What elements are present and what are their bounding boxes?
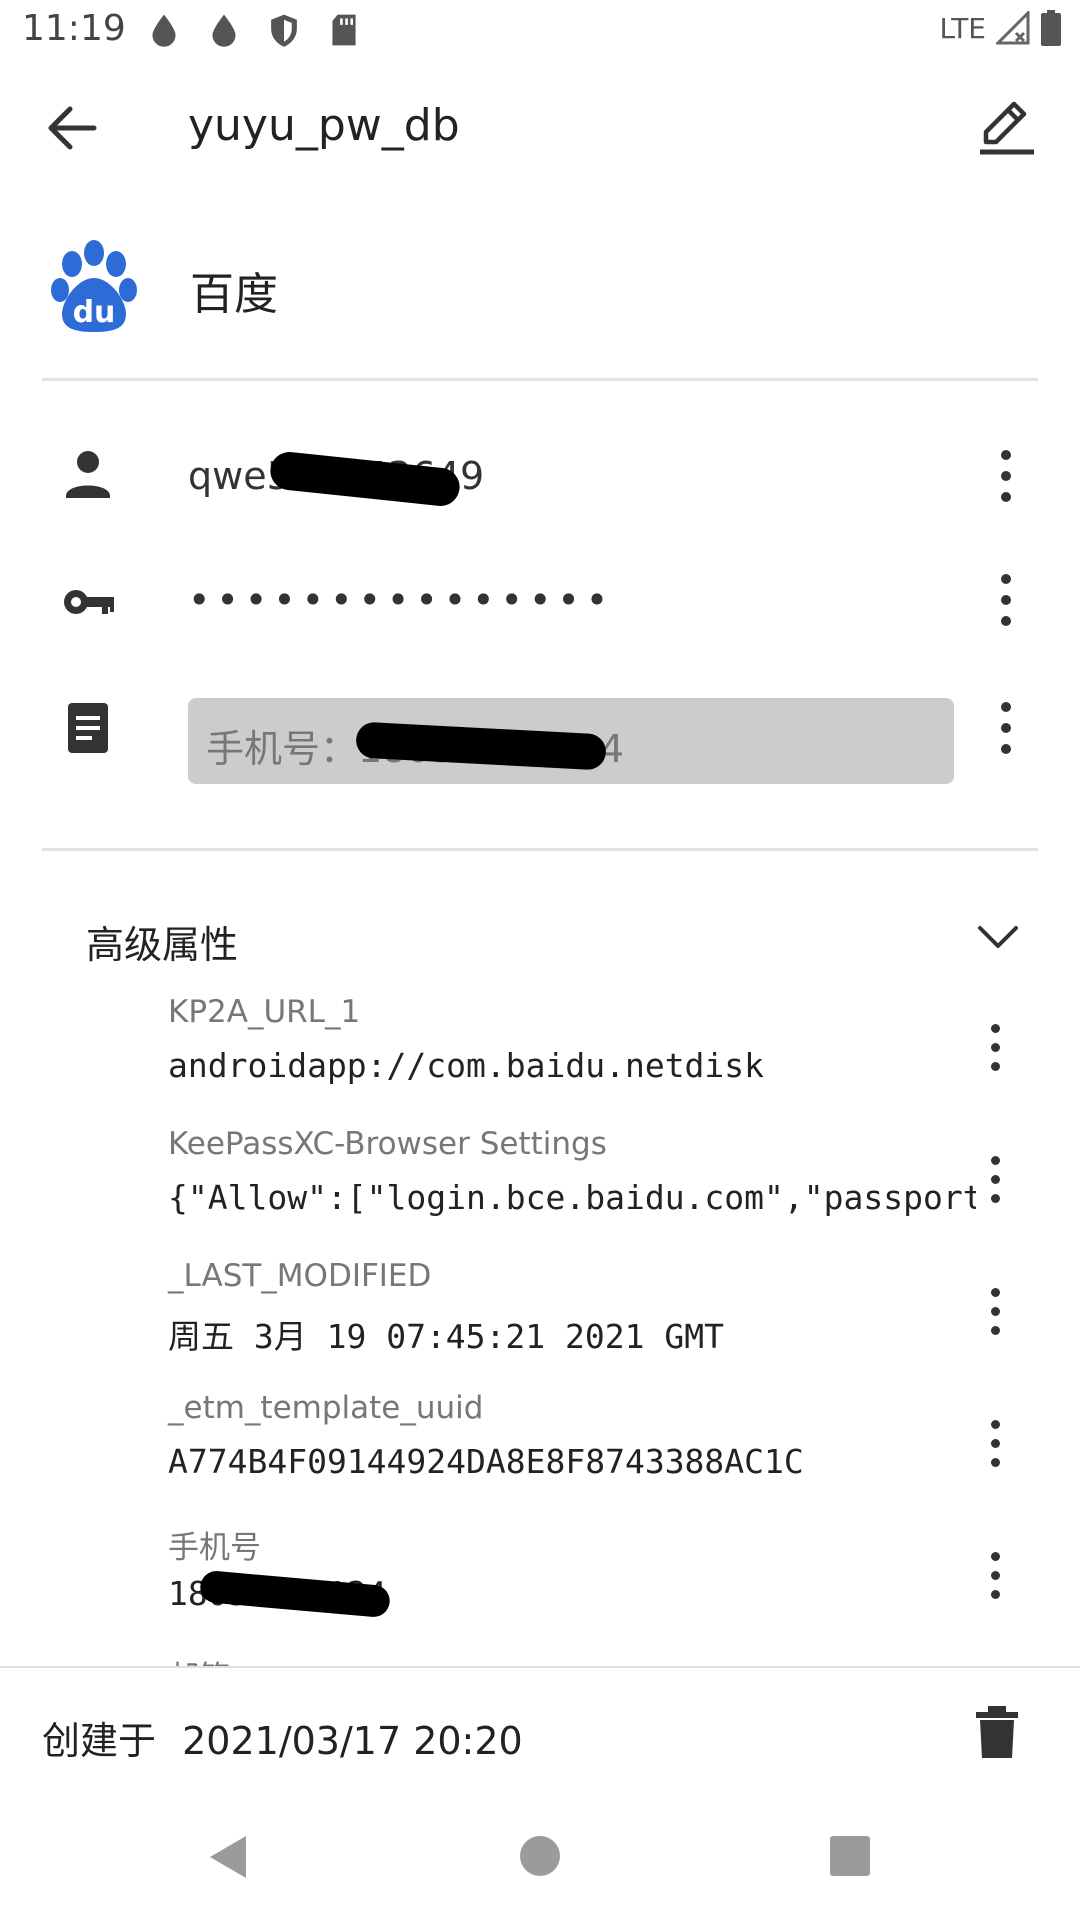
attribute-key: _etm_template_uuid bbox=[168, 1390, 484, 1426]
attribute-key: KeePassXC-Browser Settings bbox=[168, 1126, 607, 1162]
chevron-down-icon[interactable] bbox=[974, 918, 1022, 958]
database-title: yuyu_pw_db bbox=[188, 100, 460, 151]
notes-more-icon[interactable] bbox=[994, 702, 1018, 762]
attribute-item[interactable]: _LAST_MODIFIED 周五 3月 19 07:45:21 2021 GM… bbox=[168, 1258, 1008, 1378]
entry-title: 百度 bbox=[190, 269, 278, 320]
baidu-paw-icon: du bbox=[51, 240, 137, 332]
attribute-item[interactable]: KP2A_URL_1 androidapp://com.baidu.netdis… bbox=[168, 994, 1008, 1114]
attribute-key: KP2A_URL_1 bbox=[168, 994, 361, 1030]
username-more-icon[interactable] bbox=[994, 450, 1018, 510]
attribute-value: 周五 3月 19 07:45:21 2021 GMT bbox=[168, 1317, 724, 1356]
shield-icon bbox=[271, 14, 297, 47]
key-icon bbox=[64, 590, 114, 614]
attribute-more-icon[interactable] bbox=[983, 1288, 1007, 1348]
nav-recents-icon[interactable] bbox=[830, 1836, 870, 1876]
sd-card-icon bbox=[332, 14, 356, 46]
attribute-item[interactable]: KeePassXC-Browser Settings {"Allow":["lo… bbox=[168, 1126, 1008, 1246]
attribute-item[interactable]: _etm_template_uuid A774B4F09144924DA8E8F… bbox=[168, 1390, 1008, 1510]
attribute-value: androidapp://com.baidu.netdisk bbox=[168, 1046, 765, 1085]
svg-text:du: du bbox=[73, 295, 116, 330]
attribute-more-icon[interactable] bbox=[983, 1024, 1007, 1084]
status-time: 11:19 bbox=[22, 8, 126, 49]
drop-icon bbox=[212, 14, 236, 47]
attribute-more-icon[interactable] bbox=[983, 1552, 1007, 1612]
signal-icon bbox=[996, 11, 1030, 45]
attribute-more-icon[interactable] bbox=[983, 1156, 1007, 1216]
status-right-icons: LTE bbox=[939, 10, 1062, 46]
network-type: LTE bbox=[939, 11, 986, 45]
attribute-more-icon[interactable] bbox=[983, 1420, 1007, 1480]
attribute-value: A774B4F09144924DA8E8F8743388AC1C bbox=[168, 1442, 804, 1481]
nav-back-icon[interactable] bbox=[204, 1832, 250, 1882]
password-more-icon[interactable] bbox=[994, 574, 1018, 634]
edit-pencil-icon[interactable] bbox=[972, 92, 1040, 160]
attribute-key: 手机号 bbox=[168, 1530, 261, 1566]
battery-icon bbox=[1041, 10, 1061, 46]
delete-trash-icon[interactable] bbox=[972, 1704, 1022, 1760]
created-label: 创建于 bbox=[42, 1719, 157, 1763]
footer-divider bbox=[0, 1666, 1080, 1668]
drop-icon bbox=[152, 14, 176, 47]
nav-home-icon[interactable] bbox=[520, 1836, 560, 1876]
status-bar: 11:19 LTE bbox=[0, 0, 1080, 64]
created-value: 2021/03/17 20:20 bbox=[182, 1719, 523, 1763]
entry-header: du 百度 bbox=[0, 230, 1080, 350]
username-field[interactable]: qwe511453649 bbox=[0, 426, 1080, 526]
advanced-section-title[interactable]: 高级属性 bbox=[86, 914, 238, 969]
attribute-value: {"Allow":["login.bce.baidu.com","passpor… bbox=[168, 1178, 976, 1217]
status-notification-icons bbox=[148, 12, 360, 52]
system-nav-bar bbox=[0, 1790, 1080, 1920]
password-mask: ••••••••••••••• bbox=[188, 578, 615, 622]
back-arrow-icon[interactable] bbox=[40, 96, 104, 160]
password-field[interactable]: ••••••••••••••• bbox=[0, 552, 1080, 652]
notes-document-icon bbox=[68, 703, 108, 753]
app-bar: yuyu_pw_db bbox=[0, 64, 1080, 188]
attribute-key: _LAST_MODIFIED bbox=[168, 1258, 432, 1294]
person-icon bbox=[66, 451, 110, 498]
divider bbox=[42, 848, 1038, 851]
created-date: 创建于 2021/03/17 20:20 bbox=[42, 1710, 523, 1765]
divider bbox=[42, 378, 1038, 381]
